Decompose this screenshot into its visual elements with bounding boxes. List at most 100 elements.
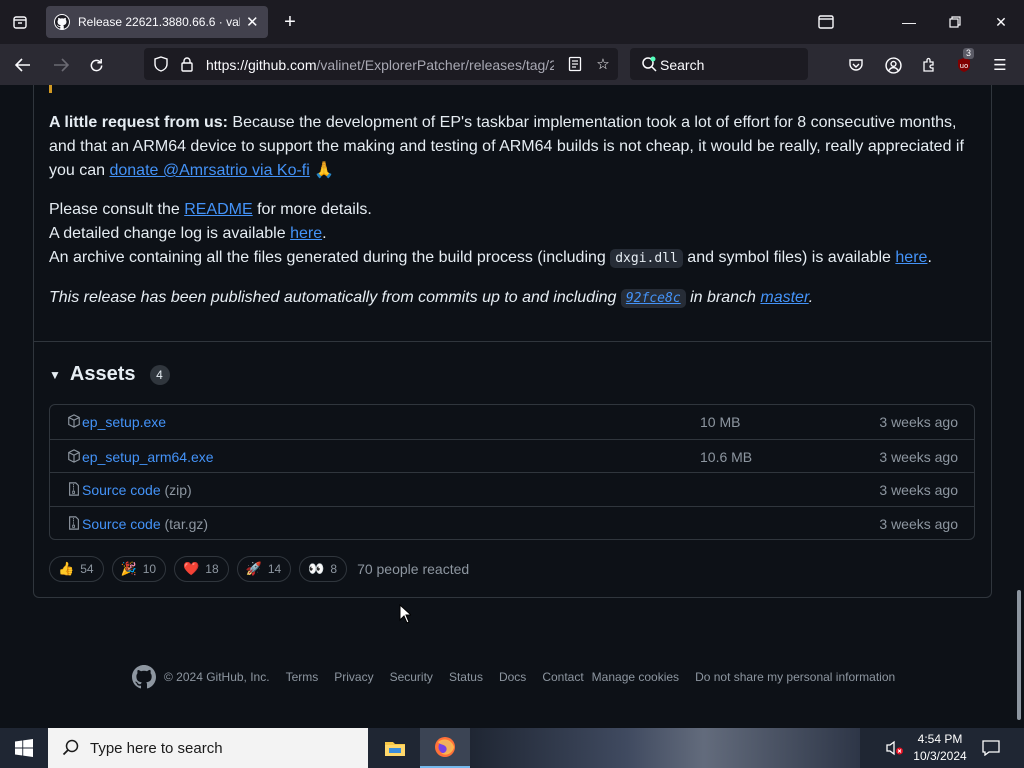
bookmark-star-icon[interactable]: ☆ <box>592 53 614 75</box>
search-box[interactable]: Search <box>630 48 808 80</box>
caret-down-icon[interactable]: ▼ <box>49 368 61 382</box>
asset-size: 10.6 MB <box>700 449 753 465</box>
file-explorer-icon[interactable] <box>370 728 420 768</box>
volume-muted-icon[interactable] <box>885 738 905 758</box>
firefox-icon[interactable] <box>420 728 470 768</box>
asset-row[interactable]: Source code (tar.gz) 3 weeks ago <box>50 506 974 540</box>
asset-link[interactable]: Source code (tar.gz) <box>82 516 208 532</box>
footer-link-terms[interactable]: Terms <box>286 670 319 684</box>
assets-table: ep_setup.exe 10 MB 3 weeks ago ep_setup_… <box>49 404 975 540</box>
footer-link-do-not-share[interactable]: Do not share my personal information <box>695 670 895 684</box>
asset-name: ep_setup.exe <box>82 414 167 430</box>
eyes-icon: 👀 <box>308 561 325 576</box>
tab-close-icon[interactable]: ✕ <box>246 13 259 31</box>
commit-link[interactable]: 92fce8c <box>620 289 686 308</box>
branch-link[interactable]: master <box>760 289 808 306</box>
archive-mid: and symbol files) is available <box>682 249 896 266</box>
close-window-icon[interactable]: ✕ <box>986 8 1016 36</box>
reaction-thumbs-up[interactable]: 👍 54 <box>49 556 104 582</box>
dll-code: dxgi.dll <box>610 249 683 268</box>
search-engine-icon[interactable] <box>638 53 660 75</box>
footer-link-privacy[interactable]: Privacy <box>334 670 373 684</box>
github-logo-icon[interactable] <box>132 665 156 689</box>
reaction-rocket[interactable]: 🚀 14 <box>236 556 292 582</box>
readme-link[interactable]: README <box>184 201 252 218</box>
zip-icon <box>67 482 81 496</box>
list-all-tabs-icon[interactable] <box>811 8 841 36</box>
taskbar-clock[interactable]: 4:54 PM 10/3/2024 <box>906 731 974 765</box>
thumbs-up-icon: 👍 <box>58 561 75 576</box>
reaction-summary[interactable]: 70 people reacted <box>357 561 469 577</box>
changelog-post: . <box>322 225 327 242</box>
asset-link[interactable]: Source code (zip) <box>82 482 192 498</box>
auto-post: . <box>808 289 814 306</box>
footer-link-manage-cookies[interactable]: Manage cookies <box>592 670 679 684</box>
changelog-line: A detailed change log is available here. <box>49 222 979 246</box>
clock-time: 4:54 PM <box>917 732 963 746</box>
footer-link-docs[interactable]: Docs <box>499 670 526 684</box>
tab-active[interactable]: Release 22621.3880.66.6 · valinet ✕ <box>46 6 268 38</box>
assets-title: Assets <box>69 363 136 385</box>
asset-link[interactable]: ep_setup.exe <box>82 414 166 430</box>
restore-icon[interactable] <box>940 8 970 36</box>
asset-name: ep_setup_arm64.exe <box>82 449 214 465</box>
asset-name: Source code <box>82 516 161 532</box>
asset-row[interactable]: ep_setup.exe 10 MB 3 weeks ago <box>50 405 974 439</box>
donate-link[interactable]: donate @Amrsatrio via Ko-fi <box>109 162 309 179</box>
consult-line: Please consult the README for more detai… <box>49 198 979 222</box>
url-bar[interactable]: https://github.com/valinet/ExplorerPatch… <box>144 48 618 80</box>
reload-icon[interactable] <box>83 52 109 78</box>
back-icon[interactable] <box>10 52 36 78</box>
reaction-hooray[interactable]: 🎉 10 <box>111 556 167 582</box>
reaction-heart[interactable]: ❤️ 18 <box>174 556 229 582</box>
taskbar-search-box[interactable]: Type here to search <box>48 728 368 768</box>
shield-icon[interactable] <box>150 53 172 75</box>
new-tab-icon[interactable]: + <box>278 10 302 34</box>
footer-copyright: © 2024 GitHub, Inc. <box>164 670 270 684</box>
ublock-badge: 3 <box>963 48 975 59</box>
changelog-link[interactable]: here <box>290 225 322 242</box>
consult-pre: Please consult the <box>49 201 185 218</box>
tab-overview-icon[interactable] <box>6 8 34 36</box>
asset-row[interactable]: Source code (zip) 3 weeks ago <box>50 472 974 506</box>
forward-icon[interactable] <box>48 52 74 78</box>
tab-bar: Release 22621.3880.66.6 · valinet ✕ + — … <box>0 0 1024 44</box>
windows-start-icon[interactable] <box>0 728 48 768</box>
page-content: A little request from us: Because the de… <box>0 85 1024 728</box>
notification-center-icon[interactable] <box>981 738 1001 758</box>
nav-bar: https://github.com/valinet/ExplorerPatch… <box>0 44 1024 85</box>
archive-pre: An archive containing all the files gene… <box>49 249 611 266</box>
pocket-icon[interactable] <box>845 54 867 76</box>
url-path: /valinet/ExplorerPatcher/releases/tag/2 <box>316 57 554 73</box>
asset-row[interactable]: ep_setup_arm64.exe 10.6 MB 3 weeks ago <box>50 439 974 473</box>
footer-link-status[interactable]: Status <box>449 670 483 684</box>
url-text[interactable]: https://github.com/valinet/ExplorerPatch… <box>206 57 554 73</box>
menu-icon[interactable]: ☰ <box>989 54 1011 76</box>
reader-view-icon[interactable] <box>564 53 586 75</box>
search-label: Search <box>660 57 705 73</box>
lock-icon[interactable] <box>176 53 198 75</box>
heart-icon: ❤️ <box>183 561 200 576</box>
archive-link[interactable]: here <box>895 249 927 266</box>
tab-title: Release 22621.3880.66.6 · valinet <box>78 15 240 29</box>
footer-link-security[interactable]: Security <box>390 670 433 684</box>
asset-date: 3 weeks ago <box>879 449 958 465</box>
reactions-bar: 👍 54 🎉 10 ❤️ 18 🚀 14 👀 8 70 people reacted <box>49 556 469 582</box>
party-popper-icon: 🎉 <box>120 561 137 576</box>
asset-link[interactable]: ep_setup_arm64.exe <box>82 449 214 465</box>
auto-published-line: This release has been published automati… <box>49 286 979 311</box>
account-icon[interactable] <box>882 54 904 76</box>
reaction-count: 14 <box>267 562 282 576</box>
url-host: https://github.com <box>206 57 317 73</box>
minimize-icon[interactable]: — <box>894 8 924 36</box>
page-scrollbar[interactable] <box>1017 590 1021 720</box>
footer-link-contact[interactable]: Contact <box>542 670 583 684</box>
extensions-icon[interactable] <box>918 54 940 76</box>
reaction-eyes[interactable]: 👀 8 <box>299 556 348 582</box>
ublock-icon[interactable]: uo 3 <box>953 48 975 76</box>
consult-post: for more details. <box>252 201 372 218</box>
assets-header[interactable]: ▼ Assets 4 <box>49 363 170 386</box>
request-heading: A little request from us: <box>49 114 228 131</box>
svg-text:uo: uo <box>960 62 969 70</box>
github-favicon-icon <box>54 14 70 30</box>
